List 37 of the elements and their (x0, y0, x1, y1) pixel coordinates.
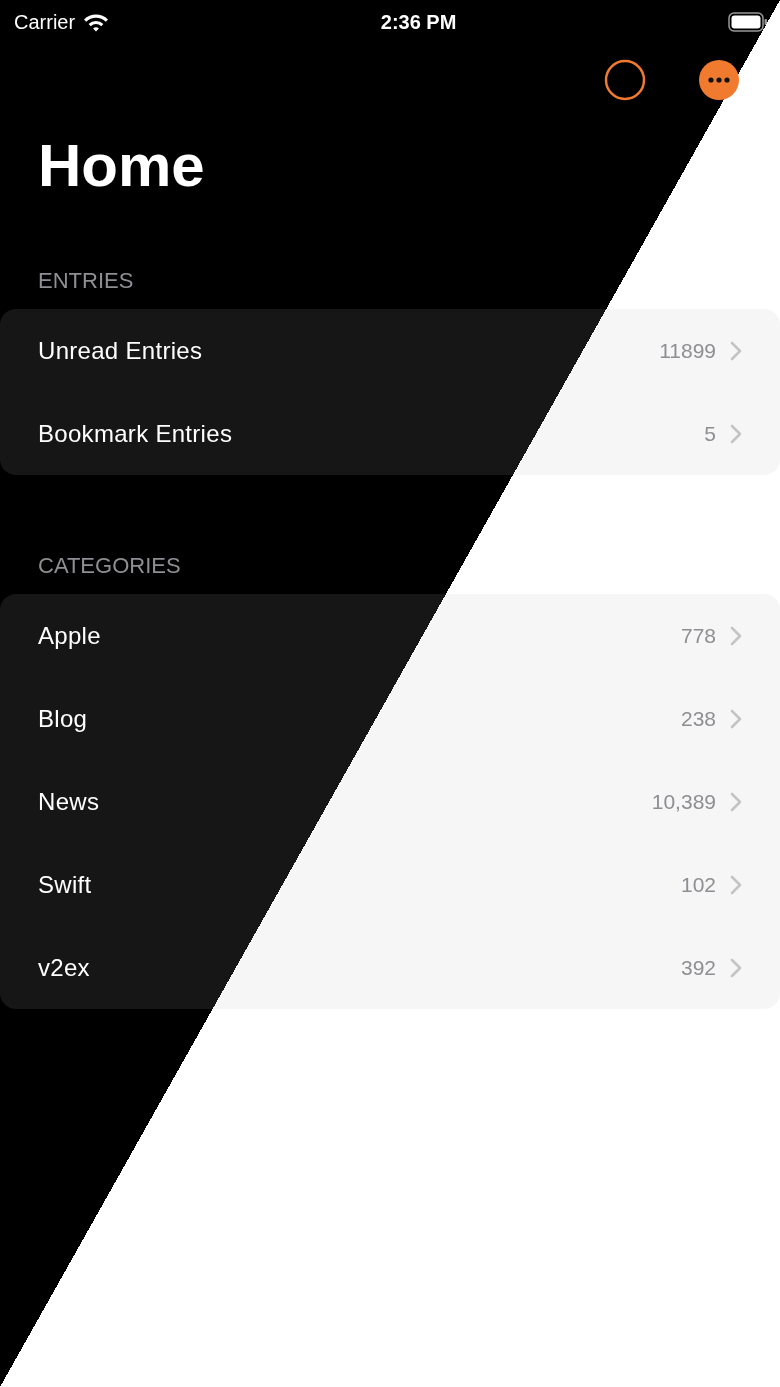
page-title: Home (38, 131, 206, 201)
list-row[interactable]: News 10,389 (0, 760, 780, 843)
carrier-label: Carrier (14, 10, 76, 35)
list-row[interactable]: Unread Entries 11899 (0, 309, 780, 392)
wifi-icon (83, 12, 110, 32)
row-label: Unread Entries (38, 335, 204, 366)
list-row[interactable]: Apple 778 (0, 594, 780, 677)
status-time: 2:36 PM (380, 10, 457, 35)
row-label: v2ex (38, 952, 91, 983)
battery-icon (728, 12, 768, 32)
chevron-icon (730, 423, 742, 444)
row-count: 5 (704, 420, 716, 447)
row-label: Apple (38, 620, 102, 651)
chevron-icon (730, 874, 742, 895)
row-label: Bookmark Entries (38, 418, 234, 449)
list-row[interactable]: Blog 238 (0, 677, 780, 760)
circle-button[interactable] (604, 59, 646, 101)
chevron-icon (730, 625, 742, 646)
row-count: 392 (680, 954, 716, 981)
row-count: 778 (680, 622, 716, 649)
row-label: Blog (38, 703, 89, 734)
chevron-icon (730, 957, 742, 978)
chevron-icon (730, 340, 742, 361)
section-header: CATEGORIES (38, 552, 182, 580)
row-count: 11899 (659, 337, 716, 364)
row-count: 102 (680, 871, 716, 898)
list-row[interactable]: v2ex 392 (0, 926, 780, 1009)
row-label: Swift (38, 869, 93, 900)
list-row[interactable]: Swift 102 (0, 843, 780, 926)
list-row[interactable]: Bookmark Entries 5 (0, 392, 780, 475)
section-header: ENTRIES (38, 267, 135, 295)
chevron-icon (730, 708, 742, 729)
row-label: News (38, 786, 101, 817)
chevron-icon (730, 791, 742, 812)
row-count: 238 (680, 705, 716, 732)
row-count: 10,389 (651, 788, 716, 815)
more-button[interactable] (698, 59, 740, 101)
